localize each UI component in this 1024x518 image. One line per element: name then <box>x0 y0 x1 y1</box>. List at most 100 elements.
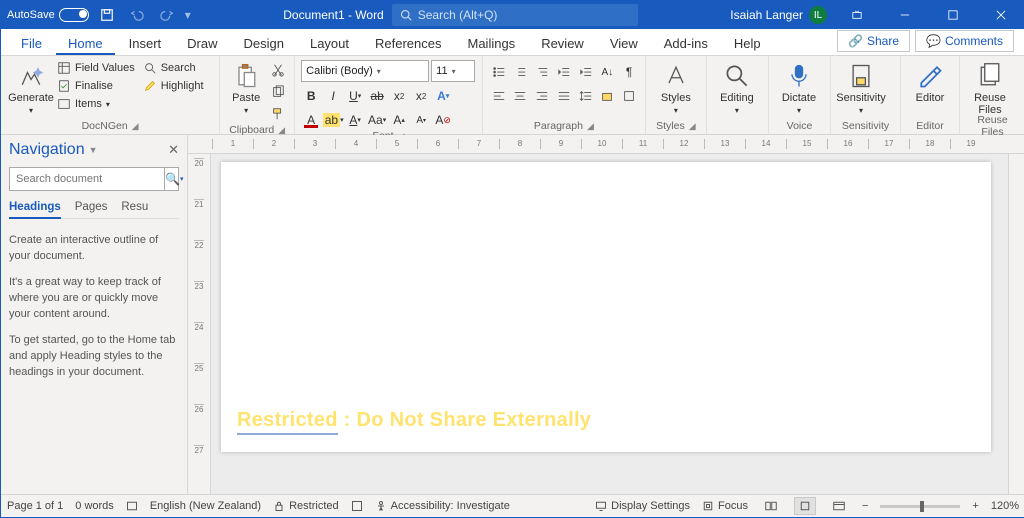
search-button[interactable]: Search <box>141 60 206 76</box>
print-layout-icon[interactable] <box>794 497 816 515</box>
justify-icon[interactable] <box>554 86 574 106</box>
vertical-scrollbar[interactable] <box>1008 154 1024 494</box>
numbering-icon[interactable] <box>511 62 531 82</box>
highlight-button[interactable]: Highlight <box>141 78 206 94</box>
status-macros-icon[interactable] <box>351 500 363 512</box>
highlight-color-icon[interactable]: ab▾ <box>323 110 343 130</box>
zoom-level[interactable]: 120% <box>991 500 1019 512</box>
tab-help[interactable]: Help <box>722 32 773 55</box>
nav-tab-pages[interactable]: Pages <box>75 201 108 218</box>
status-words[interactable]: 0 words <box>75 500 114 512</box>
close-icon[interactable] <box>979 1 1023 29</box>
status-language[interactable]: English (New Zealand) <box>150 500 261 512</box>
status-display-settings[interactable]: Display Settings <box>595 500 690 512</box>
editing-button[interactable]: Editing▾ <box>713 58 761 115</box>
status-restricted[interactable]: Restricted <box>273 500 339 512</box>
generate-button[interactable]: Generate▾ <box>7 58 55 115</box>
grow-font-icon[interactable]: A▴ <box>389 110 409 130</box>
undo-icon[interactable] <box>125 3 149 27</box>
tab-design[interactable]: Design <box>232 32 296 55</box>
tab-layout[interactable]: Layout <box>298 32 361 55</box>
increase-indent-icon[interactable] <box>576 62 596 82</box>
align-right-icon[interactable] <box>532 86 552 106</box>
dialog-launcher-icon[interactable]: ◢ <box>587 121 594 132</box>
web-layout-icon[interactable] <box>828 497 850 515</box>
search-bar[interactable]: Search (Alt+Q) <box>392 4 638 26</box>
vertical-ruler[interactable]: 2021222324252627 <box>188 154 211 494</box>
nav-search-icon[interactable]: 🔍▾ <box>164 168 183 190</box>
copy-icon[interactable] <box>268 82 288 102</box>
show-marks-icon[interactable]: ¶ <box>619 62 639 82</box>
dialog-launcher-icon[interactable]: ◢ <box>278 125 285 136</box>
font-color2-icon[interactable]: A▾ <box>345 110 365 130</box>
shading-icon[interactable] <box>597 86 617 106</box>
ribbon-display-icon[interactable] <box>835 1 879 29</box>
font-color-icon[interactable]: A <box>301 110 321 130</box>
nav-tab-headings[interactable]: Headings <box>9 201 61 219</box>
bullets-icon[interactable] <box>489 62 509 82</box>
tab-addins[interactable]: Add-ins <box>652 32 720 55</box>
decrease-indent-icon[interactable] <box>554 62 574 82</box>
borders-icon[interactable] <box>619 86 639 106</box>
zoom-slider[interactable] <box>880 505 960 508</box>
clear-format-icon[interactable]: A⊘ <box>433 110 453 130</box>
strikethrough-icon[interactable]: ab <box>367 86 387 106</box>
tab-home[interactable]: Home <box>56 32 115 55</box>
bold-icon[interactable]: B <box>301 86 321 106</box>
align-center-icon[interactable] <box>511 86 531 106</box>
save-icon[interactable] <box>95 3 119 27</box>
comments-button[interactable]: 💬Comments <box>915 30 1014 52</box>
subscript-icon[interactable]: x2 <box>389 86 409 106</box>
share-button[interactable]: 🔗Share <box>837 30 910 52</box>
align-left-icon[interactable] <box>489 86 509 106</box>
status-page[interactable]: Page 1 of 1 <box>7 500 63 512</box>
nav-tab-results[interactable]: Resu <box>121 201 148 218</box>
redo-icon[interactable] <box>155 3 179 27</box>
superscript-icon[interactable]: x2 <box>411 86 431 106</box>
document-page[interactable]: Restricted : Do Not Share Externally <box>221 162 991 452</box>
field-values-button[interactable]: Field Values <box>55 60 137 76</box>
spellcheck-icon[interactable] <box>126 500 138 512</box>
shrink-font-icon[interactable]: A▾ <box>411 110 431 130</box>
status-accessibility[interactable]: Accessibility: Investigate <box>375 500 510 512</box>
dialog-launcher-icon[interactable]: ◢ <box>132 121 139 132</box>
minimize-icon[interactable] <box>883 1 927 29</box>
italic-icon[interactable]: I <box>323 86 343 106</box>
cut-icon[interactable] <box>268 60 288 80</box>
text-effects-icon[interactable]: A▾ <box>433 86 453 106</box>
multilevel-icon[interactable] <box>532 62 552 82</box>
font-name-combo[interactable]: Calibri (Body)▾ <box>301 60 429 82</box>
zoom-out-icon[interactable]: − <box>862 500 868 512</box>
nav-search[interactable]: 🔍▾ <box>9 167 179 191</box>
format-painter-icon[interactable] <box>268 104 288 124</box>
zoom-in-icon[interactable]: + <box>972 500 978 512</box>
tab-review[interactable]: Review <box>529 32 596 55</box>
reuse-files-button[interactable]: Reuse Files <box>966 58 1014 116</box>
underline-icon[interactable]: U▾ <box>345 86 365 106</box>
tab-file[interactable]: File <box>9 32 54 55</box>
sort-icon[interactable]: A↓ <box>597 62 617 82</box>
maximize-icon[interactable] <box>931 1 975 29</box>
status-focus[interactable]: Focus <box>702 500 748 512</box>
tab-view[interactable]: View <box>598 32 650 55</box>
tab-draw[interactable]: Draw <box>175 32 229 55</box>
font-size-combo[interactable]: 11▾ <box>431 60 475 82</box>
change-case-icon[interactable]: Aa▾ <box>367 110 387 130</box>
autosave-toggle[interactable]: AutoSave <box>7 8 89 22</box>
sensitivity-button[interactable]: Sensitivity▾ <box>837 58 885 115</box>
tab-references[interactable]: References <box>363 32 453 55</box>
dictate-button[interactable]: Dictate▾ <box>775 58 823 115</box>
editor-button[interactable]: Editor <box>907 58 953 104</box>
finalise-button[interactable]: Finalise <box>55 78 137 94</box>
tab-insert[interactable]: Insert <box>117 32 174 55</box>
close-pane-icon[interactable]: ✕ <box>168 142 179 158</box>
tab-mailings[interactable]: Mailings <box>456 32 528 55</box>
line-spacing-icon[interactable] <box>576 86 596 106</box>
horizontal-ruler[interactable]: 12345678910111213141516171819 <box>188 135 1024 154</box>
nav-search-input[interactable] <box>10 168 164 190</box>
user-account[interactable]: Isaiah Langer IL <box>730 6 827 24</box>
styles-button[interactable]: Styles▾ <box>652 58 700 115</box>
read-mode-icon[interactable] <box>760 497 782 515</box>
paste-button[interactable]: Paste▾ <box>226 58 266 115</box>
items-button[interactable]: Items ▾ <box>55 96 137 112</box>
